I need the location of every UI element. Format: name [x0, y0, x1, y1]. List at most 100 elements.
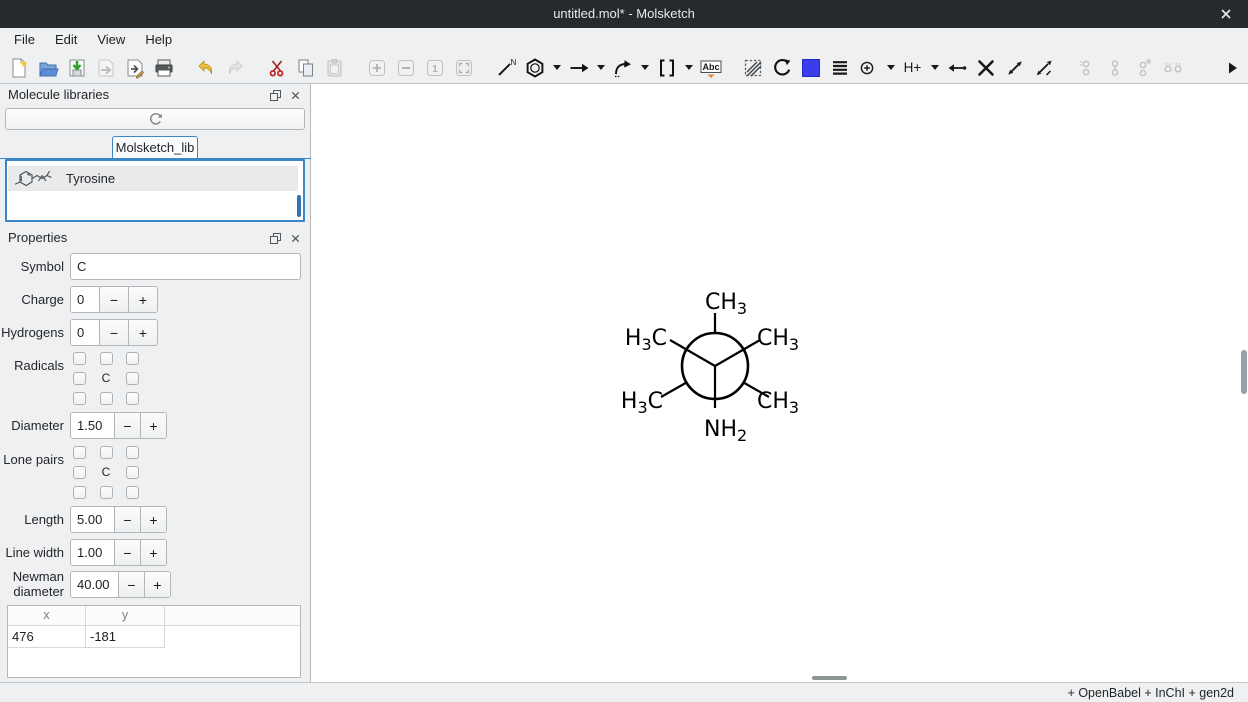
hydrogen-tool-dropdown-button[interactable] [927, 54, 942, 82]
radical-checkbox[interactable] [100, 352, 113, 365]
library-scrollbar-thumb[interactable] [297, 195, 301, 217]
text-tool-button[interactable]: Abc [696, 54, 725, 82]
lone-pair-checkbox[interactable] [73, 486, 86, 499]
coordinate-x-cell[interactable]: 476 [8, 626, 86, 648]
length-increment-button[interactable]: + [140, 507, 166, 532]
radical-checkbox[interactable] [126, 392, 139, 405]
ring-tool-dropdown-button[interactable] [549, 54, 564, 82]
tab-molsketch-lib[interactable]: Molsketch_lib [112, 136, 198, 159]
undo-button[interactable] [191, 54, 220, 82]
charge-tool-button[interactable] [854, 54, 883, 82]
radical-checkbox[interactable] [73, 352, 86, 365]
charge-tool-dropdown-button[interactable] [883, 54, 898, 82]
drawing-canvas[interactable]: CH3 H3C CH3 H3C CH3 NH2 [311, 84, 1248, 682]
library-refresh-button[interactable] [5, 108, 305, 130]
library-item-tyrosine[interactable]: Tyrosine [8, 166, 298, 191]
line-width-button[interactable] [825, 54, 854, 82]
menu-help[interactable]: Help [135, 28, 182, 52]
bracket-tool-dropdown-button[interactable] [681, 54, 696, 82]
line-width-decrement-button[interactable]: − [114, 540, 140, 565]
newman-diameter-value[interactable]: 40.00 [71, 572, 118, 597]
canvas-horizontal-scrollbar-thumb[interactable] [812, 676, 847, 680]
flip-tool-button-1[interactable] [1000, 54, 1029, 82]
atom-label-upper-right[interactable]: CH3 [757, 326, 799, 354]
newman-diameter-increment-button[interactable]: + [144, 572, 170, 597]
atom-label-upper-left[interactable]: H3C [625, 326, 667, 354]
color-picker-button[interactable] [796, 54, 825, 82]
line-width-value[interactable]: 1.00 [71, 540, 114, 565]
charge-increment-button[interactable]: + [128, 287, 157, 312]
properties-panel-float-button[interactable] [266, 230, 284, 246]
molecule-tool-button-3[interactable] [1129, 54, 1158, 82]
cut-button[interactable] [262, 54, 291, 82]
molecule-tool-button-2[interactable] [1100, 54, 1129, 82]
atom-label-bottom[interactable]: NH2 [704, 417, 747, 445]
newman-projection-molecule[interactable]: CH3 H3C CH3 H3C CH3 NH2 [311, 84, 1248, 682]
symbol-input[interactable] [70, 253, 301, 280]
rotate-tool-button[interactable] [767, 54, 796, 82]
lone-pair-checkbox[interactable] [100, 446, 113, 459]
electron-tool-button[interactable] [942, 54, 971, 82]
open-file-button[interactable] [33, 54, 62, 82]
zoom-fit-button[interactable] [449, 54, 478, 82]
hydrogens-decrement-button[interactable]: − [99, 320, 128, 345]
length-decrement-button[interactable]: − [114, 507, 140, 532]
window-close-button[interactable] [1210, 0, 1242, 28]
arrow-tool-dropdown-button[interactable] [593, 54, 608, 82]
radical-checkbox[interactable] [100, 392, 113, 405]
hydrogens-increment-button[interactable]: + [128, 320, 157, 345]
menu-file[interactable]: File [5, 28, 45, 52]
library-panel-float-button[interactable] [266, 87, 284, 103]
paste-button[interactable] [320, 54, 349, 82]
menu-view[interactable]: View [87, 28, 135, 52]
delete-tool-button[interactable] [971, 54, 1000, 82]
atom-label-lower-left[interactable]: H3C [621, 389, 663, 417]
draw-tool-button[interactable]: N [491, 54, 520, 82]
new-file-button[interactable]: ★ [4, 54, 33, 82]
hydrogens-value[interactable]: 0 [71, 320, 99, 345]
radical-checkbox[interactable] [73, 372, 86, 385]
print-button[interactable] [149, 54, 178, 82]
flip-tool-button-2[interactable] [1029, 54, 1058, 82]
lone-pair-checkbox[interactable] [73, 466, 86, 479]
mechanism-arrow-tool-button[interactable] [608, 54, 637, 82]
lone-pair-checkbox[interactable] [100, 486, 113, 499]
diameter-value[interactable]: 1.50 [71, 413, 114, 438]
diameter-decrement-button[interactable]: − [114, 413, 140, 438]
lone-pair-checkbox[interactable] [126, 466, 139, 479]
bracket-tool-button[interactable] [652, 54, 681, 82]
length-value[interactable]: 5.00 [71, 507, 114, 532]
mechanism-arrow-dropdown-button[interactable] [637, 54, 652, 82]
lone-pair-checkbox[interactable] [126, 446, 139, 459]
lone-pair-checkbox[interactable] [73, 446, 86, 459]
menu-edit[interactable]: Edit [45, 28, 87, 52]
arrow-tool-button[interactable] [564, 54, 593, 82]
zoom-out-button[interactable] [391, 54, 420, 82]
atom-label-top[interactable]: CH3 [705, 290, 747, 318]
diameter-increment-button[interactable]: + [140, 413, 166, 438]
radical-checkbox[interactable] [126, 352, 139, 365]
export-button[interactable] [120, 54, 149, 82]
toolbar-extension-button[interactable] [1222, 54, 1244, 82]
copy-button[interactable] [291, 54, 320, 82]
redo-button[interactable] [220, 54, 249, 82]
charge-decrement-button[interactable]: − [99, 287, 128, 312]
atom-label-lower-right[interactable]: CH3 [757, 389, 799, 417]
coordinate-y-cell[interactable]: -181 [86, 626, 165, 648]
canvas-vertical-scrollbar-thumb[interactable] [1241, 350, 1247, 394]
radical-checkbox[interactable] [73, 392, 86, 405]
save-as-button[interactable] [91, 54, 120, 82]
newman-diameter-decrement-button[interactable]: − [118, 572, 144, 597]
ring-tool-button[interactable] [520, 54, 549, 82]
radical-checkbox[interactable] [126, 372, 139, 385]
lone-pair-checkbox[interactable] [126, 486, 139, 499]
line-width-increment-button[interactable]: + [140, 540, 166, 565]
library-panel-close-button[interactable] [286, 87, 304, 103]
charge-value[interactable]: 0 [71, 287, 99, 312]
properties-panel-close-button[interactable] [286, 230, 304, 246]
save-button[interactable] [62, 54, 91, 82]
molecule-tool-button-4[interactable] [1158, 54, 1187, 82]
zoom-in-button[interactable] [362, 54, 391, 82]
hydrogen-tool-button[interactable]: H+ [898, 54, 927, 82]
zoom-original-button[interactable]: 1 [420, 54, 449, 82]
